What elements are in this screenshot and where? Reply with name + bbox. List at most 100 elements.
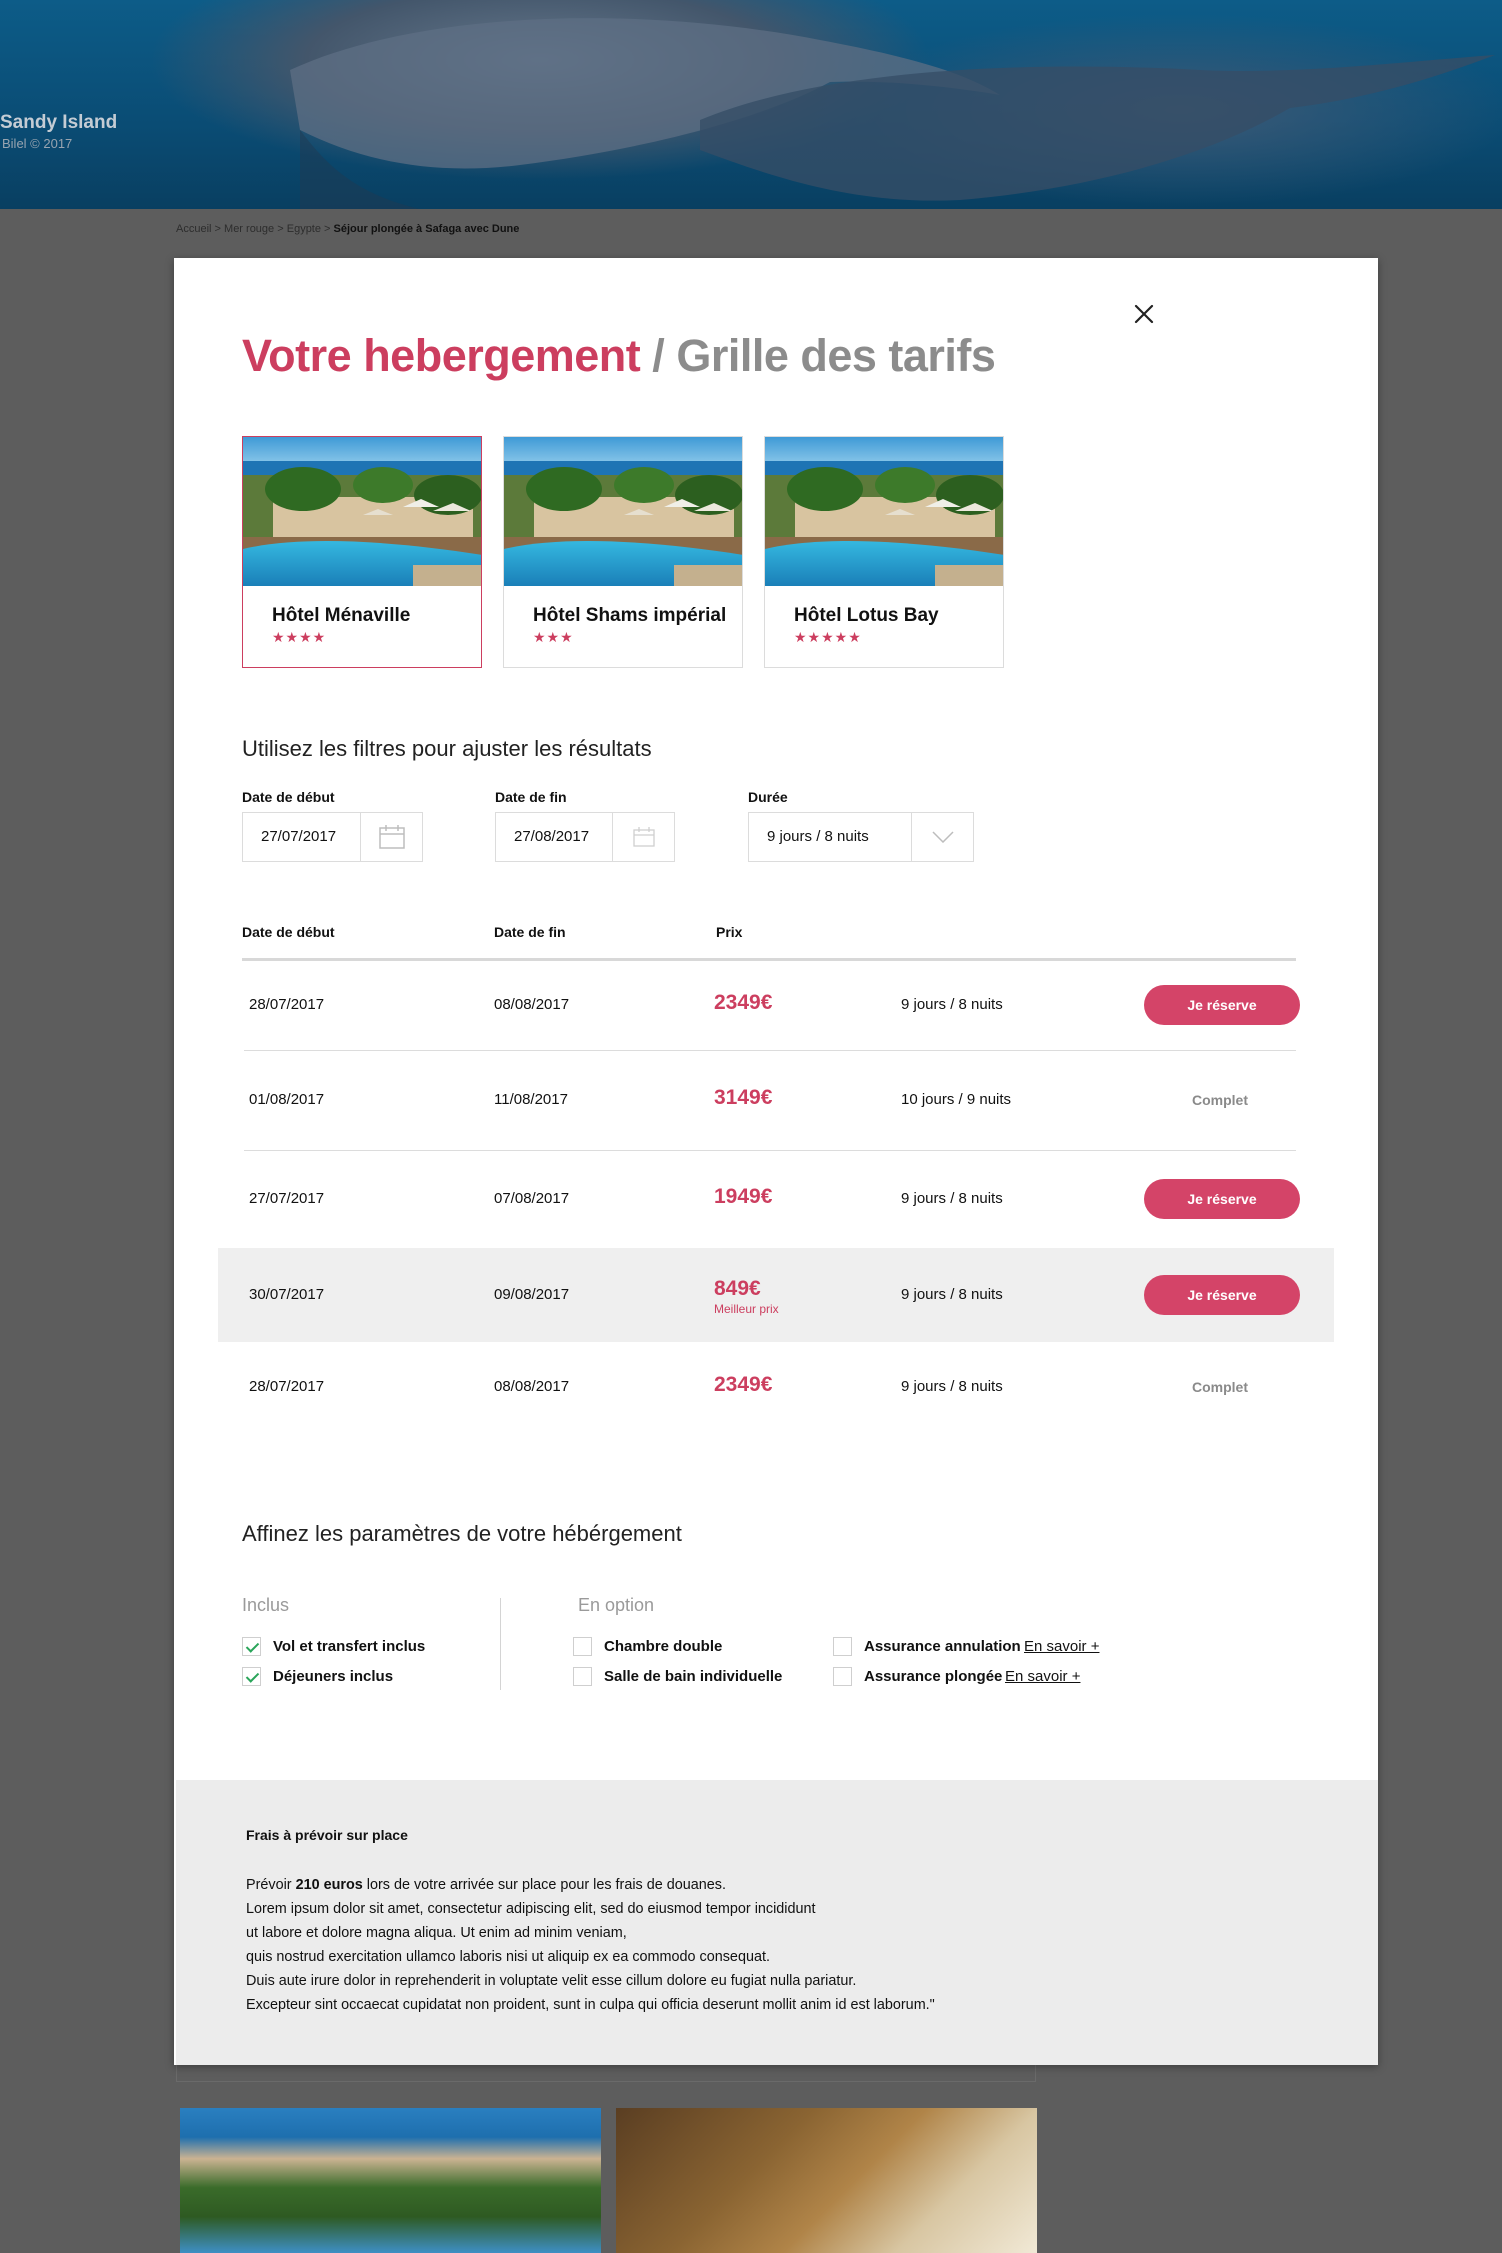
- fees-line: Lorem ipsum dolor sit amet, consectetur …: [246, 1901, 816, 1917]
- row-duration: 9 jours / 8 nuits: [901, 1378, 1003, 1395]
- fees-line: Excepteur sint occaecat cupidatat non pr…: [246, 1997, 935, 2013]
- fees-line: Prévoir 210 euros lors de votre arrivée …: [246, 1873, 1006, 1897]
- end-date-input[interactable]: [496, 813, 612, 861]
- end-date-field[interactable]: [495, 812, 675, 862]
- fees-line: quis nostrud exercitation ullamco labori…: [246, 1949, 770, 1965]
- row-divider: [244, 1050, 1296, 1051]
- breadcrumb-separator: >: [324, 223, 331, 235]
- row-duration: 9 jours / 8 nuits: [901, 996, 1003, 1013]
- hero-banner: Sandy Island Bilel © 2017: [0, 0, 1502, 209]
- row-duration: 10 jours / 9 nuits: [901, 1091, 1012, 1108]
- chevron-down-icon[interactable]: [911, 813, 973, 861]
- column-header-start: Date de début: [242, 924, 335, 940]
- options-heading: Affinez les paramètres de votre hébérgem…: [242, 1521, 682, 1546]
- hero-title: Sandy Island: [0, 112, 118, 133]
- lunches-checkbox[interactable]: [242, 1667, 261, 1686]
- row-price: 2349€: [714, 991, 773, 1014]
- flight-transfer-checkbox[interactable]: [242, 1637, 261, 1656]
- hero-credit: Bilel © 2017: [2, 136, 73, 151]
- cancellation-insurance-checkbox[interactable]: [833, 1637, 852, 1656]
- row-price: 1949€: [714, 1185, 773, 1208]
- breadcrumb-current: Séjour plongée à Safaga avec Dune: [333, 223, 520, 235]
- cancellation-insurance-label[interactable]: Assurance annulation: [864, 1638, 1021, 1655]
- reserve-button[interactable]: Je réserve: [1144, 985, 1300, 1025]
- duration-label: Durée: [748, 789, 788, 805]
- hotel-name: Hôtel Lotus Bay: [794, 605, 939, 626]
- lunches-label[interactable]: Déjeuners inclus: [273, 1668, 393, 1685]
- reserve-button[interactable]: Je réserve: [1144, 1275, 1300, 1315]
- duration-value[interactable]: 9 jours / 8 nuits: [749, 813, 911, 861]
- fees-line: ut labore et dolore magna aliqua. Ut eni…: [246, 1925, 627, 1941]
- learn-more-link[interactable]: En savoir +: [1024, 1638, 1099, 1655]
- hotel-photo: [765, 437, 1003, 586]
- row-start-date: 01/08/2017: [249, 1091, 325, 1108]
- fees-title: Frais à prévoir sur place: [246, 1827, 408, 1843]
- row-end-date: 09/08/2017: [494, 1286, 570, 1303]
- row-start-date: 27/07/2017: [249, 1190, 325, 1207]
- row-start-date: 28/07/2017: [249, 996, 325, 1013]
- table-header-divider: [242, 958, 1296, 961]
- breadcrumb-item-home[interactable]: Accueil: [176, 223, 211, 235]
- private-bathroom-label[interactable]: Salle de bain individuelle: [604, 1668, 782, 1685]
- hotel-photo: [504, 437, 742, 586]
- duration-select[interactable]: 9 jours / 8 nuits: [748, 812, 974, 862]
- hotel-card[interactable]: Hôtel Ménaville ★★★★: [242, 436, 482, 668]
- diving-insurance-label[interactable]: Assurance plongée: [864, 1668, 1002, 1685]
- row-start-date: 30/07/2017: [249, 1286, 325, 1303]
- flight-transfer-label[interactable]: Vol et transfert inclus: [273, 1638, 425, 1655]
- row-price: 2349€: [714, 1373, 773, 1396]
- start-date-input[interactable]: [243, 813, 360, 861]
- row-duration: 9 jours / 8 nuits: [901, 1286, 1003, 1303]
- modal-title-separator: /: [652, 330, 665, 381]
- end-date-label: Date de fin: [495, 789, 567, 805]
- breadcrumb-item-red-sea[interactable]: Mer rouge: [224, 223, 274, 235]
- included-title: Inclus: [242, 1595, 290, 1615]
- optional-title: En option: [578, 1595, 655, 1615]
- hotel-card[interactable]: Hôtel Shams impérial ★★★: [503, 436, 743, 668]
- background-photo-interior: [616, 2108, 1037, 2253]
- dolphin-illustration: [290, 18, 1495, 209]
- row-price: 849€: [714, 1277, 761, 1300]
- fees-amount: 210 euros: [295, 1877, 363, 1893]
- fees-text: Prévoir 210 euros lors de votre arrivée …: [246, 1873, 1006, 2017]
- breadcrumb-separator: >: [277, 223, 284, 235]
- row-duration: 9 jours / 8 nuits: [901, 1190, 1003, 1207]
- background-photo-resort: [180, 2108, 601, 2253]
- column-header-price: Prix: [716, 924, 743, 940]
- sold-out-label: Complet: [1192, 1092, 1248, 1108]
- hotel-name: Hôtel Ménaville: [272, 605, 411, 626]
- private-bathroom-checkbox[interactable]: [573, 1667, 592, 1686]
- breadcrumb-item-egypt[interactable]: Egypte: [287, 223, 321, 235]
- hotel-stars: ★★★★: [272, 629, 327, 645]
- hotel-photo: [243, 437, 481, 586]
- options-divider: [500, 1598, 501, 1690]
- fees-text-prefix: Prévoir: [246, 1877, 296, 1893]
- double-room-checkbox[interactable]: [573, 1637, 592, 1656]
- filters-heading: Utilisez les filtres pour ajuster les ré…: [242, 736, 652, 761]
- modal-title-sub: Grille des tarifs: [676, 330, 996, 381]
- row-price: 3149€: [714, 1086, 773, 1109]
- best-price-badge: Meilleur prix: [714, 1302, 779, 1316]
- fees-text-suffix: lors de votre arrivée sur place pour les…: [362, 1877, 726, 1893]
- row-divider: [244, 1150, 1296, 1151]
- close-icon[interactable]: [1132, 302, 1156, 326]
- hotel-stars: ★★★: [533, 629, 574, 645]
- fees-line: Duis aute irure dolor in reprehenderit i…: [246, 1973, 857, 1989]
- diving-insurance-checkbox[interactable]: [833, 1667, 852, 1686]
- breadcrumb: Accueil > Mer rouge > Egypte > Séjour pl…: [176, 223, 519, 235]
- hotel-name: Hôtel Shams impérial: [533, 605, 727, 626]
- reserve-button[interactable]: Je réserve: [1144, 1179, 1300, 1219]
- calendar-icon[interactable]: [360, 813, 422, 861]
- double-room-label[interactable]: Chambre double: [604, 1638, 722, 1655]
- hotel-card[interactable]: Hôtel Lotus Bay ★★★★★: [764, 436, 1004, 668]
- learn-more-link[interactable]: En savoir +: [1005, 1668, 1080, 1685]
- modal-title: Votre hebergement / Grille des tarifs: [242, 330, 996, 382]
- start-date-field[interactable]: [242, 812, 423, 862]
- row-start-date: 28/07/2017: [249, 1378, 325, 1395]
- row-end-date: 08/08/2017: [494, 996, 570, 1013]
- hotel-stars: ★★★★★: [794, 629, 862, 645]
- calendar-icon[interactable]: [612, 813, 674, 861]
- row-end-date: 08/08/2017: [494, 1378, 570, 1395]
- modal-title-main: Votre hebergement: [242, 330, 641, 381]
- sold-out-label: Complet: [1192, 1379, 1248, 1395]
